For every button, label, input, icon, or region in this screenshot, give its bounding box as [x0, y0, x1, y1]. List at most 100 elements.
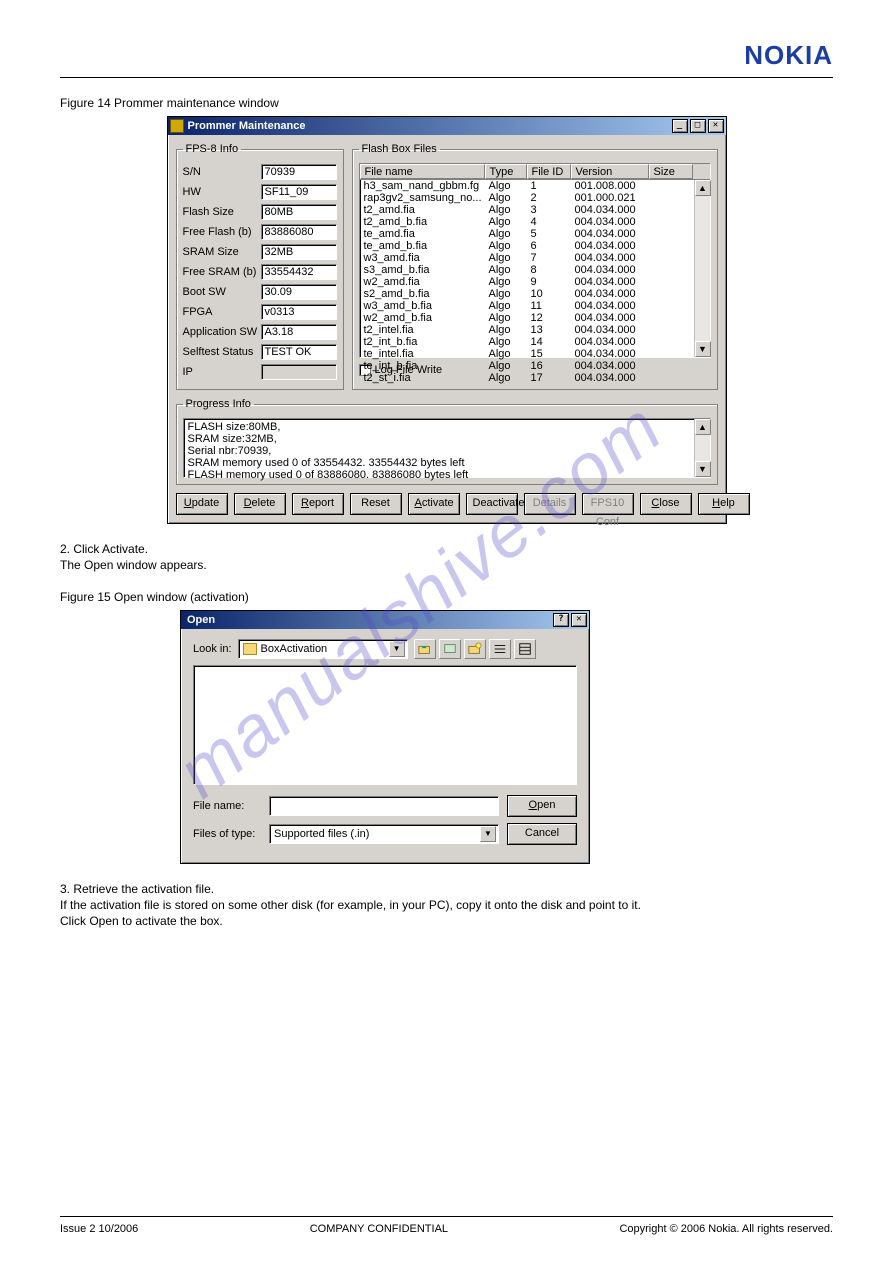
update-button[interactable]: Update: [176, 493, 228, 515]
table-row[interactable]: w3_amd.fiaAlgo7004.034.000: [360, 252, 710, 264]
open-file-button[interactable]: Open: [507, 795, 577, 817]
prommer-maintenance-window: Prommer Maintenance _ □ ✕ FPS-8 Info S/N…: [167, 116, 727, 524]
table-row[interactable]: s3_amd_b.fiaAlgo8004.034.000: [360, 264, 710, 276]
desktop-icon[interactable]: [439, 639, 461, 659]
hw-field[interactable]: SF11_09: [261, 184, 337, 200]
ip-label: IP: [183, 366, 261, 378]
flashsize-field[interactable]: 80MB: [261, 204, 337, 220]
freeflash-field[interactable]: 83886080: [261, 224, 337, 240]
bootsw-field[interactable]: 30.09: [261, 284, 337, 300]
filename-input[interactable]: [269, 796, 499, 816]
col-filename[interactable]: File name: [360, 164, 485, 179]
table-row[interactable]: w2_amd_b.fiaAlgo12004.034.000: [360, 312, 710, 324]
deactivate-button[interactable]: Deactivate: [466, 493, 518, 515]
progress-scroll-up-icon[interactable]: ▲: [695, 419, 711, 435]
footer-left: Issue 2 10/2006: [60, 1223, 138, 1235]
report-button[interactable]: Report: [292, 493, 344, 515]
col-size[interactable]: Size: [649, 164, 693, 179]
table-row[interactable]: t2_amd.fiaAlgo3004.034.000: [360, 204, 710, 216]
lookin-dropdown-icon[interactable]: ▼: [389, 641, 405, 657]
up-folder-icon[interactable]: [414, 639, 436, 659]
activate-button[interactable]: Activate: [408, 493, 460, 515]
folder-icon: [243, 643, 257, 655]
flash-box-files-group: Flash Box Files File name Type File ID V…: [352, 143, 718, 390]
sram-label: SRAM Size: [183, 246, 261, 258]
bootsw-label: Boot SW: [183, 286, 261, 298]
progress-legend: Progress Info: [183, 398, 254, 410]
col-fileid[interactable]: File ID: [527, 164, 571, 179]
table-row[interactable]: te_amd.fiaAlgo5004.034.000: [360, 228, 710, 240]
table-row[interactable]: t2_st_i.fiaAlgo17004.034.000: [360, 372, 710, 384]
close-dialog-button[interactable]: Close: [640, 493, 692, 515]
new-folder-icon[interactable]: [464, 639, 486, 659]
progress-scrollbar[interactable]: ▲ ▼: [694, 419, 710, 477]
prommer-app-icon: [170, 119, 184, 133]
step-3b-text: If the activation file is stored on some…: [60, 898, 833, 912]
table-row[interactable]: rap3gv2_samsung_no...Algo2001.000.021: [360, 192, 710, 204]
open-close-button[interactable]: ✕: [571, 613, 587, 627]
open-titlebar[interactable]: Open ? ✕: [181, 611, 589, 629]
progress-textarea[interactable]: FLASH size:80MB,SRAM size:32MB,Serial nb…: [183, 418, 711, 478]
scroll-down-icon[interactable]: ▼: [695, 341, 711, 357]
details-view-icon[interactable]: [514, 639, 536, 659]
sn-field[interactable]: 70939: [261, 164, 337, 180]
help-button[interactable]: Help: [698, 493, 750, 515]
table-row[interactable]: w2_amd.fiaAlgo9004.034.000: [360, 276, 710, 288]
table-row[interactable]: h3_sam_nand_gbbm.fgAlgo1001.008.000: [360, 180, 710, 192]
table-row[interactable]: te_amd_b.fiaAlgo6004.034.000: [360, 240, 710, 252]
prommer-titlebar[interactable]: Prommer Maintenance _ □ ✕: [168, 117, 726, 135]
close-button[interactable]: ✕: [708, 119, 724, 133]
selftest-label: Selftest Status: [183, 346, 261, 358]
filetype-combo[interactable]: Supported files (.in) ▼: [269, 824, 499, 844]
fpga-field[interactable]: v0313: [261, 304, 337, 320]
progress-scroll-down-icon[interactable]: ▼: [695, 461, 711, 477]
fpga-label: FPGA: [183, 306, 261, 318]
table-row[interactable]: t2_intel.fiaAlgo13004.034.000: [360, 324, 710, 336]
sram-field[interactable]: 32MB: [261, 244, 337, 260]
list-view-icon[interactable]: [489, 639, 511, 659]
step-3c-text: Click Open to activate the box.: [60, 914, 833, 928]
table-row[interactable]: t2_int_b.fiaAlgo14004.034.000: [360, 336, 710, 348]
step-3-text: 3. Retrieve the activation file.: [60, 882, 833, 896]
reset-button[interactable]: Reset: [350, 493, 402, 515]
selftest-field[interactable]: TEST OK: [261, 344, 337, 360]
lookin-value: BoxActivation: [261, 643, 328, 655]
filetype-dropdown-icon[interactable]: ▼: [480, 826, 496, 842]
flash-files-listbox[interactable]: File name Type File ID Version Size h3_s…: [359, 163, 711, 358]
lookin-combo[interactable]: BoxActivation ▼: [238, 639, 408, 659]
help-titlebar-button[interactable]: ?: [553, 613, 569, 627]
brand-logo: NOKIA: [744, 40, 833, 71]
filetype-value: Supported files (.in): [274, 828, 369, 840]
table-row[interactable]: s2_amd_b.fiaAlgo10004.034.000: [360, 288, 710, 300]
col-version[interactable]: Version: [571, 164, 649, 179]
freesram-label: Free SRAM (b): [183, 266, 261, 278]
col-type[interactable]: Type: [485, 164, 527, 179]
minimize-button[interactable]: _: [672, 119, 688, 133]
freeflash-label: Free Flash (b): [183, 226, 261, 238]
hw-label: HW: [183, 186, 261, 198]
progress-line: SRAM size:32MB,: [188, 433, 706, 445]
filename-label: File name:: [193, 800, 261, 812]
ip-field: [261, 364, 337, 380]
open-appears-text: The Open window appears.: [60, 558, 833, 572]
open-dialog-window: Open ? ✕ Look in: BoxActivation ▼: [180, 610, 590, 864]
sn-label: S/N: [183, 166, 261, 178]
maximize-button[interactable]: □: [690, 119, 706, 133]
delete-button[interactable]: Delete: [234, 493, 286, 515]
scroll-up-icon[interactable]: ▲: [695, 180, 711, 196]
fps8-info-group: FPS-8 Info S/N70939 HWSF11_09 Flash Size…: [176, 143, 344, 390]
appsw-field[interactable]: A3.18: [261, 324, 337, 340]
fps8-legend: FPS-8 Info: [183, 143, 242, 155]
table-row[interactable]: te_int_b.fiaAlgo16004.034.000: [360, 360, 710, 372]
cancel-button[interactable]: Cancel: [507, 823, 577, 845]
table-row[interactable]: te_intel.fiaAlgo15004.034.000: [360, 348, 710, 360]
files-scrollbar[interactable]: ▲ ▼: [694, 180, 710, 357]
file-area[interactable]: [193, 665, 577, 785]
freesram-field[interactable]: 33554432: [261, 264, 337, 280]
figure-14-label: Figure 14 Prommer maintenance window: [60, 96, 833, 110]
progress-line: SRAM memory used 0 of 33554432. 33554432…: [188, 457, 706, 469]
table-row[interactable]: t2_amd_b.fiaAlgo4004.034.000: [360, 216, 710, 228]
progress-line: FLASH memory used 0 of 83886080. 8388608…: [188, 469, 706, 481]
step-2-text: 2. Click Activate.: [60, 542, 833, 556]
table-row[interactable]: w3_amd_b.fiaAlgo11004.034.000: [360, 300, 710, 312]
